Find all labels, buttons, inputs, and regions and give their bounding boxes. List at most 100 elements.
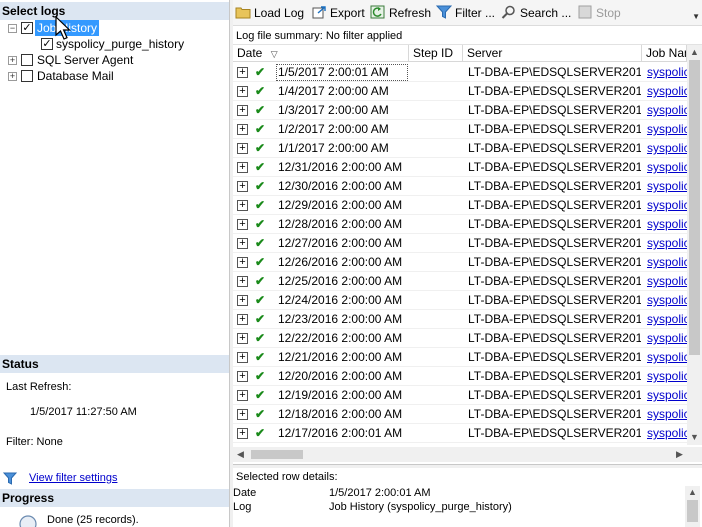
row-expand-icon[interactable]: + <box>237 105 248 116</box>
scroll-down-icon[interactable]: ▼ <box>687 430 702 445</box>
row-expand-icon[interactable]: + <box>237 333 248 344</box>
row-job-name-link[interactable]: syspolicy_purge_history <box>647 177 687 196</box>
table-row[interactable]: + ✔ 12/31/2016 2:00:00 AM LT-DBA-EP\EDSQLSE… <box>233 158 687 177</box>
scroll-up-icon[interactable]: ▲ <box>687 45 702 60</box>
vertical-scrollbar[interactable]: ▲ ▼ <box>687 45 702 445</box>
row-job-name-link[interactable]: syspolicy_purge_history <box>647 253 687 272</box>
table-row[interactable]: + ✔ 1/2/2017 2:00:00 AM LT-DBA-EP\EDSQLSERV… <box>233 120 687 139</box>
table-row[interactable]: + ✔ 12/29/2016 2:00:00 AM LT-DBA-EP\EDSQLSE… <box>233 196 687 215</box>
row-expand-icon[interactable]: + <box>237 409 248 420</box>
tree-item-database-mail[interactable]: + Database Mail <box>0 68 229 84</box>
row-job-name-link[interactable]: syspolicy_purge_history <box>647 405 687 424</box>
column-header-date[interactable]: Date ▽ <box>233 45 409 62</box>
scroll-thumb[interactable] <box>251 450 303 459</box>
table-row[interactable]: + ✔ 1/3/2017 2:00:00 AM LT-DBA-EP\EDSQLSERV… <box>233 101 687 120</box>
scroll-left-icon[interactable]: ◀ <box>233 447 248 462</box>
row-job-name-link[interactable]: syspolicy_purge_history <box>647 234 687 253</box>
view-filter-settings-link[interactable]: View filter settings <box>29 472 117 484</box>
tree-item-label[interactable]: Database Mail <box>37 68 114 84</box>
expand-icon[interactable]: + <box>8 56 17 65</box>
table-row[interactable]: + ✔ 12/26/2016 2:00:00 AM LT-DBA-EP\EDSQLSE… <box>233 253 687 272</box>
table-row[interactable]: + ✔ 12/30/2016 2:00:00 AM LT-DBA-EP\EDSQLSE… <box>233 177 687 196</box>
column-header-job-name[interactable]: Job Name <box>642 45 687 62</box>
horizontal-scrollbar[interactable]: ◀ ▶ <box>233 447 687 462</box>
row-job-name-link[interactable]: syspolicy_purge_history <box>647 63 687 82</box>
scroll-right-icon[interactable]: ▶ <box>672 447 687 462</box>
row-expand-icon[interactable]: + <box>237 428 248 439</box>
syspolicy-checkbox[interactable]: ✓ <box>41 38 53 50</box>
row-job-name-link[interactable]: syspolicy_purge_history <box>647 215 687 234</box>
row-expand-icon[interactable]: + <box>237 86 248 97</box>
scroll-up-icon[interactable]: ▲ <box>685 486 700 499</box>
row-expand-icon[interactable]: + <box>237 314 248 325</box>
table-row[interactable]: + ✔ 12/27/2016 2:00:00 AM LT-DBA-EP\EDSQLSE… <box>233 234 687 253</box>
job-history-checkbox[interactable]: ✓ <box>21 22 33 34</box>
check-icon: ✔ <box>255 426 266 440</box>
search-button[interactable]: Search ... <box>501 4 571 22</box>
database-mail-checkbox[interactable] <box>21 70 33 82</box>
tree-item-sql-server-agent[interactable]: + SQL Server Agent <box>0 52 229 68</box>
collapse-icon[interactable]: − <box>8 24 17 33</box>
row-job-name-link[interactable]: syspolicy_purge_history <box>647 367 687 386</box>
row-expand-icon[interactable]: + <box>237 181 248 192</box>
load-log-button[interactable]: Load Log <box>235 4 304 22</box>
table-row[interactable]: + ✔ 1/5/2017 2:00:01 AM LT-DBA-EP\EDSQLSERV… <box>233 63 687 82</box>
row-step-id <box>409 424 463 443</box>
table-row[interactable]: + ✔ 12/25/2016 2:00:00 AM LT-DBA-EP\EDSQLSE… <box>233 272 687 291</box>
scroll-thumb[interactable] <box>687 500 698 522</box>
column-header-server[interactable]: Server <box>463 45 642 62</box>
tree-item-job-history[interactable]: − ✓ Job History <box>0 20 229 36</box>
tree-item-label[interactable]: syspolicy_purge_history <box>56 36 184 52</box>
row-expand-icon[interactable]: + <box>237 257 248 268</box>
table-row[interactable]: + ✔ 12/22/2016 2:00:00 AM LT-DBA-EP\EDSQLSE… <box>233 329 687 348</box>
expand-icon[interactable]: + <box>8 72 17 81</box>
row-expand-icon[interactable]: + <box>237 352 248 363</box>
details-scrollbar[interactable]: ▲ <box>685 486 700 527</box>
row-job-name-link[interactable]: syspolicy_purge_history <box>647 120 687 139</box>
table-row[interactable]: + ✔ 12/28/2016 2:00:00 AM LT-DBA-EP\EDSQLSE… <box>233 215 687 234</box>
toolbar-overflow-icon[interactable]: ▼ <box>692 12 700 21</box>
tree-item-syspolicy[interactable]: ✓ syspolicy_purge_history <box>0 36 229 52</box>
row-expand-icon[interactable]: + <box>237 219 248 230</box>
row-job-name-link[interactable]: syspolicy_purge_history <box>647 386 687 405</box>
table-row[interactable]: + ✔ 12/18/2016 2:00:00 AM LT-DBA-EP\EDSQLSE… <box>233 405 687 424</box>
filter-button[interactable]: Filter ... <box>436 4 495 22</box>
table-row[interactable]: + ✔ 12/19/2016 2:00:00 AM LT-DBA-EP\EDSQLSE… <box>233 386 687 405</box>
row-job-name-link[interactable]: syspolicy_purge_history <box>647 329 687 348</box>
row-job-name-link[interactable]: syspolicy_purge_history <box>647 348 687 367</box>
scroll-thumb[interactable] <box>689 60 700 355</box>
row-job-name-link[interactable]: syspolicy_purge_history <box>647 272 687 291</box>
tree-item-label[interactable]: SQL Server Agent <box>37 52 133 68</box>
column-header-step-id[interactable]: Step ID <box>409 45 463 62</box>
row-expand-icon[interactable]: + <box>237 238 248 249</box>
table-row[interactable]: + ✔ 12/24/2016 2:00:00 AM LT-DBA-EP\EDSQLSE… <box>233 291 687 310</box>
table-row[interactable]: + ✔ 12/17/2016 2:00:01 AM LT-DBA-EP\EDSQLSE… <box>233 424 687 443</box>
table-row[interactable]: + ✔ 1/1/2017 2:00:00 AM LT-DBA-EP\EDSQLSERV… <box>233 139 687 158</box>
row-job-name-link[interactable]: syspolicy_purge_history <box>647 158 687 177</box>
row-job-name-link[interactable]: syspolicy_purge_history <box>647 196 687 215</box>
row-job-name-link[interactable]: syspolicy_purge_history <box>647 82 687 101</box>
table-row[interactable]: + ✔ 12/23/2016 2:00:00 AM LT-DBA-EP\EDSQLSE… <box>233 310 687 329</box>
row-expand-icon[interactable]: + <box>237 162 248 173</box>
row-job-name-link[interactable]: syspolicy_purge_history <box>647 310 687 329</box>
table-row[interactable]: + ✔ 12/20/2016 2:00:00 AM LT-DBA-EP\EDSQLSE… <box>233 367 687 386</box>
row-expand-icon[interactable]: + <box>237 295 248 306</box>
export-button[interactable]: Export <box>311 4 365 22</box>
table-row[interactable]: + ✔ 1/4/2017 2:00:00 AM LT-DBA-EP\EDSQLSERV… <box>233 82 687 101</box>
row-expand-icon[interactable]: + <box>237 143 248 154</box>
refresh-button[interactable]: Refresh <box>370 4 431 22</box>
row-expand-icon[interactable]: + <box>237 276 248 287</box>
row-expand-icon[interactable]: + <box>237 67 248 78</box>
row-expand-icon[interactable]: + <box>237 390 248 401</box>
table-row[interactable]: + ✔ 12/21/2016 2:00:00 AM LT-DBA-EP\EDSQLSE… <box>233 348 687 367</box>
refresh-label: Refresh <box>389 6 432 20</box>
stop-button[interactable]: Stop <box>577 4 621 22</box>
row-expand-icon[interactable]: + <box>237 124 248 135</box>
row-job-name-link[interactable]: syspolicy_purge_history <box>647 424 687 443</box>
row-job-name-link[interactable]: syspolicy_purge_history <box>647 139 687 158</box>
row-expand-icon[interactable]: + <box>237 200 248 211</box>
sql-server-agent-checkbox[interactable] <box>21 54 33 66</box>
row-job-name-link[interactable]: syspolicy_purge_history <box>647 101 687 120</box>
row-job-name-link[interactable]: syspolicy_purge_history <box>647 291 687 310</box>
row-expand-icon[interactable]: + <box>237 371 248 382</box>
